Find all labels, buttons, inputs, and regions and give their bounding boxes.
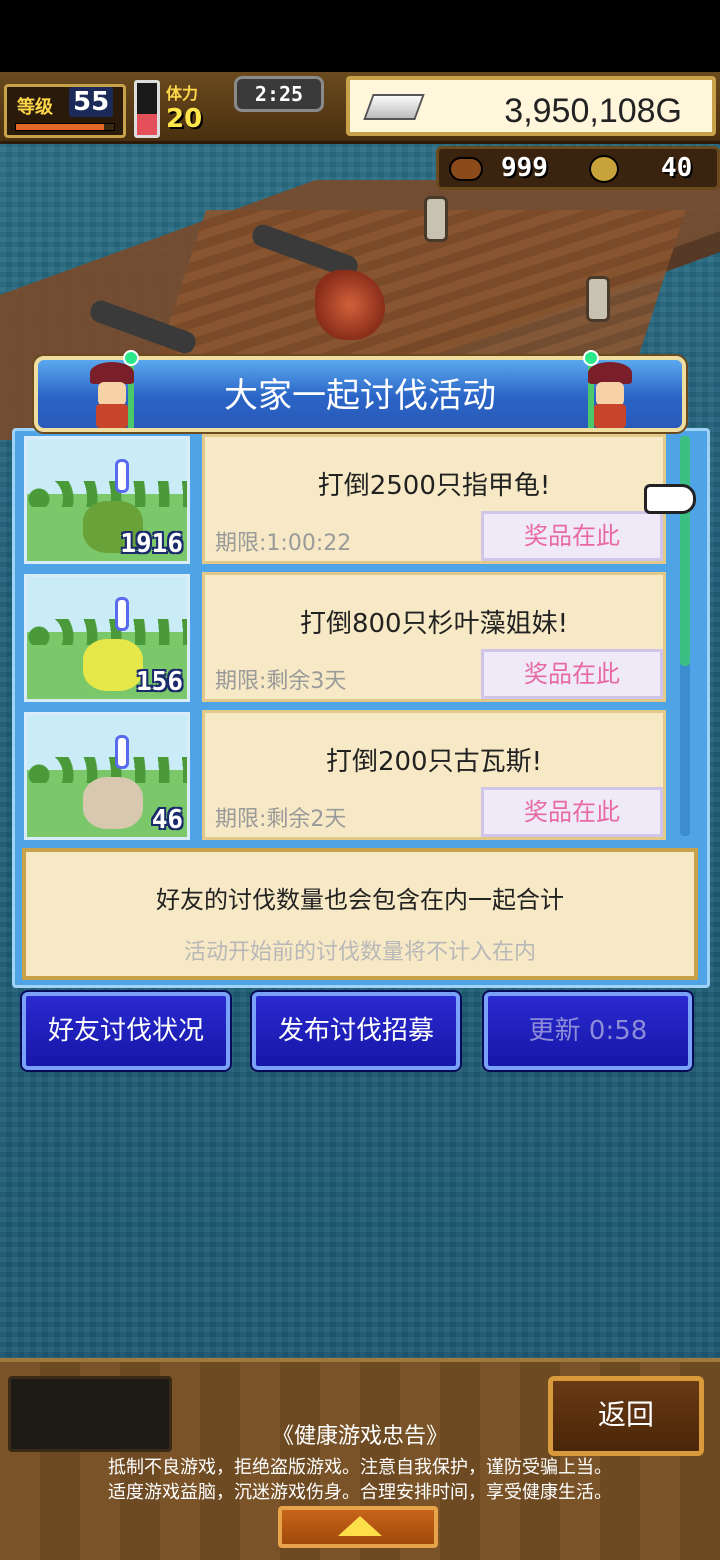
reward-button[interactable]: 奖品在此 (481, 649, 663, 699)
monster-thumbnail: 156 (24, 574, 190, 702)
resource-1-value: 999 (501, 153, 548, 183)
event-row[interactable]: 1916 打倒2500只指甲龟! 期限:1:00:22 奖品在此 (20, 434, 670, 566)
exclamation-icon (115, 459, 129, 493)
deck-lamp-1 (424, 196, 448, 242)
football-icon (449, 157, 483, 181)
defeat-count: 46 (151, 805, 183, 835)
event-title: 打倒200只古瓦斯! (325, 747, 543, 777)
medal-icon (589, 155, 619, 183)
stamina-timer: 2:25 (234, 76, 324, 112)
gold-value: 3,950,108G (504, 92, 682, 130)
refresh-button[interactable]: 更新 0:58 (484, 992, 692, 1070)
defeat-count: 156 (136, 667, 183, 697)
robe-icon (594, 404, 626, 428)
stamina-label: 体力 (166, 84, 199, 103)
health-advisory-line-2: 适度游戏益脑，沉迷游戏伤身。合理安排时间，享受健康生活。 (108, 1482, 612, 1503)
up-arrow-icon (338, 1516, 382, 1536)
event-row[interactable]: 156 打倒800只杉叶藻姐妹! 期限:剩余3天 奖品在此 (20, 572, 670, 704)
deck-lamp-2 (586, 276, 610, 322)
witch-hat-icon (588, 362, 632, 384)
level-exp-bar (15, 123, 115, 131)
witch-hat-icon (90, 362, 134, 384)
friends-status-button[interactable]: 好友讨伐状况 (22, 992, 230, 1070)
health-advisory-line-1: 抵制不良游戏，拒绝盗版游戏。注意自我保护，谨防受骗上当。 (108, 1457, 612, 1478)
event-card: 打倒200只古瓦斯! 期限:剩余2天 奖品在此 (202, 710, 666, 840)
scrollbar-thumb[interactable] (680, 436, 690, 666)
gold-display: 3,950,108G (346, 76, 716, 136)
reward-button[interactable]: 奖品在此 (481, 511, 663, 561)
stamina-value: 20 (166, 104, 203, 134)
stamina-gauge (134, 80, 160, 138)
reward-button[interactable]: 奖品在此 (481, 787, 663, 837)
robe-icon (96, 404, 128, 428)
level-number: 55 (69, 87, 114, 117)
level-indicator: 等级 55 (4, 84, 126, 138)
event-deadline: 期限:剩余2天 (215, 807, 347, 832)
expand-menu-button[interactable] (278, 1506, 438, 1548)
post-recruit-button[interactable]: 发布讨伐招募 (252, 992, 460, 1070)
face-icon (596, 382, 624, 406)
level-label: 等级 (17, 97, 53, 118)
event-card: 打倒2500只指甲龟! 期限:1:00:22 奖品在此 (202, 434, 666, 564)
event-deadline: 期限:剩余3天 (215, 669, 347, 694)
resource-2-value: 40 (661, 153, 693, 183)
silver-bar-icon (363, 94, 425, 120)
monster-thumbnail: 1916 (24, 436, 190, 564)
exclamation-icon (115, 735, 129, 769)
event-row[interactable]: 46 打倒200只古瓦斯! 期限:剩余2天 奖品在此 (20, 710, 670, 842)
notice-sub-text: 活动开始前的讨伐数量将不计入在内 (183, 940, 536, 965)
notice-main-text: 好友的讨伐数量也会包含在内一起合计 (156, 886, 564, 914)
mascot-left (86, 350, 139, 428)
monster-sprite (83, 777, 143, 829)
event-deadline: 期限:1:00:22 (215, 531, 352, 556)
defeat-count: 1916 (120, 529, 183, 559)
stamina-gauge-fill (137, 114, 157, 135)
notice-box: 好友的讨伐数量也会包含在内一起合计 活动开始前的讨伐数量将不计入在内 (22, 848, 698, 980)
pointing-hand-icon (644, 484, 696, 514)
face-icon (98, 382, 126, 406)
exclamation-icon (115, 597, 129, 631)
level-exp-fill (16, 124, 105, 130)
event-card: 打倒800只杉叶藻姐妹! 期限:剩余3天 奖品在此 (202, 572, 666, 702)
resource-strip: 999 40 (436, 146, 720, 190)
health-advisory-title: 《健康游戏忠告》 (271, 1424, 448, 1449)
monster-sprite (83, 639, 143, 691)
event-title: 打倒2500只指甲龟! (317, 471, 551, 501)
stamina-indicator: 体力 20 (166, 80, 228, 138)
event-title: 打倒800只杉叶藻姐妹! (299, 609, 569, 639)
event-list[interactable]: 1916 打倒2500只指甲龟! 期限:1:00:22 奖品在此 156 打倒8… (20, 434, 670, 842)
mascot-right (583, 350, 636, 428)
monster-thumbnail: 46 (24, 712, 190, 840)
